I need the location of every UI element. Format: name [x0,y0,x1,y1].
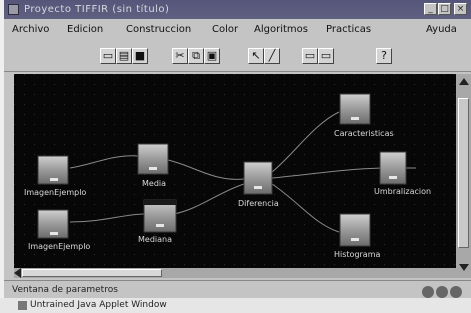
horizontal-scroll-thumb[interactable] [22,269,162,277]
menu-practicas[interactable]: Practicas [326,24,371,35]
node-media-label: Media [142,179,166,188]
new-file-icon[interactable]: ▭ [100,48,116,64]
node-diferencia-port [254,186,262,189]
node-histograma-label: Histograma [334,250,381,259]
menu-edicion[interactable]: Edicion [67,24,103,35]
window-title: Proyecto TIFFIR (sin título) [24,4,170,15]
node-mediana[interactable]: Mediana [138,199,177,244]
open-folder-icon[interactable]: ▤ [116,48,132,64]
copy-icon[interactable]: ⧉ [188,48,204,64]
title-bar: Proyecto TIFFIR (sin título) _ □ × [4,0,471,19]
node-umbralizacion-box[interactable] [379,151,407,185]
node-imagen1-label: ImagenEjemplo [24,188,86,197]
node-media[interactable]: Media [137,143,169,188]
status-indicator-icon [436,286,448,298]
node-umbralizacion-label: Umbralizacion [374,187,431,196]
close-button[interactable]: × [454,3,467,15]
node-imagen2-port [50,232,58,235]
connect-line-icon[interactable]: ╱ [264,48,280,64]
horizontal-scrollbar[interactable] [14,268,456,278]
menu-ayuda[interactable]: Ayuda [426,24,457,35]
menu-color[interactable]: Color [212,24,238,35]
applet-warning-bar: Untrained Java Applet Window [0,298,471,313]
node-diferencia-label: Diferencia [238,199,279,208]
node-histograma-port [351,238,359,241]
node-caracteristicas-label: Caracteristicas [334,129,394,138]
menu-algoritmos[interactable]: Algoritmos [254,24,308,35]
node-mediana-port [156,224,164,227]
select-pointer-icon[interactable]: ↖ [248,48,264,64]
toolbar: ▭ ▤ ■ ✂ ⧉ ▣ ↖ ╱ ▭ ▭ ? [4,41,471,72]
node-mediana-label: Mediana [138,235,172,244]
paste-icon[interactable]: ▣ [204,48,220,64]
node-caracteristicas-port [351,117,359,120]
node-umbralizacion-port [389,176,397,179]
status-bar: Ventana de parametros [4,280,471,299]
save-disk-icon[interactable]: ■ [132,48,148,64]
graph-svg: ImagenEjemplo ImagenEjemplo Media Median… [14,74,456,268]
app-window: Proyecto TIFFIR (sin título) _ □ × Archi… [4,0,471,313]
status-indicator-icon [422,286,434,298]
status-text: Ventana de parametros [12,285,118,295]
scroll-up-icon[interactable] [459,78,469,85]
node-media-port [149,167,157,170]
vertical-scrollbar[interactable] [456,74,471,278]
java-icon [18,301,27,310]
node-imagen1-port [50,178,58,181]
node-diferencia-box[interactable] [243,161,273,195]
scroll-left-icon[interactable] [14,268,21,278]
menu-archivo[interactable]: Archivo [12,24,49,35]
node-histograma-box[interactable] [339,213,371,247]
maximize-button[interactable]: □ [438,3,451,15]
help-icon[interactable]: ? [376,48,392,64]
cut-icon[interactable]: ✂ [172,48,188,64]
node-mediana-header [144,200,176,205]
menu-construccion[interactable]: Construccion [126,24,191,35]
vertical-scroll-thumb[interactable] [458,98,469,248]
window-view-icon[interactable]: ▭ [302,48,318,64]
applet-warning-text: Untrained Java Applet Window [30,300,167,310]
minimize-button[interactable]: _ [424,3,437,15]
status-indicator-icon [450,286,462,298]
panel-view-icon[interactable]: ▭ [318,48,334,64]
menu-bar: Archivo Edicion Construccion Color Algor… [4,19,471,41]
app-icon [8,4,19,15]
graph-canvas[interactable]: ImagenEjemplo ImagenEjemplo Media Median… [14,74,456,268]
scroll-down-icon[interactable] [459,264,469,271]
node-imagen2-label: ImagenEjemplo [28,242,90,251]
